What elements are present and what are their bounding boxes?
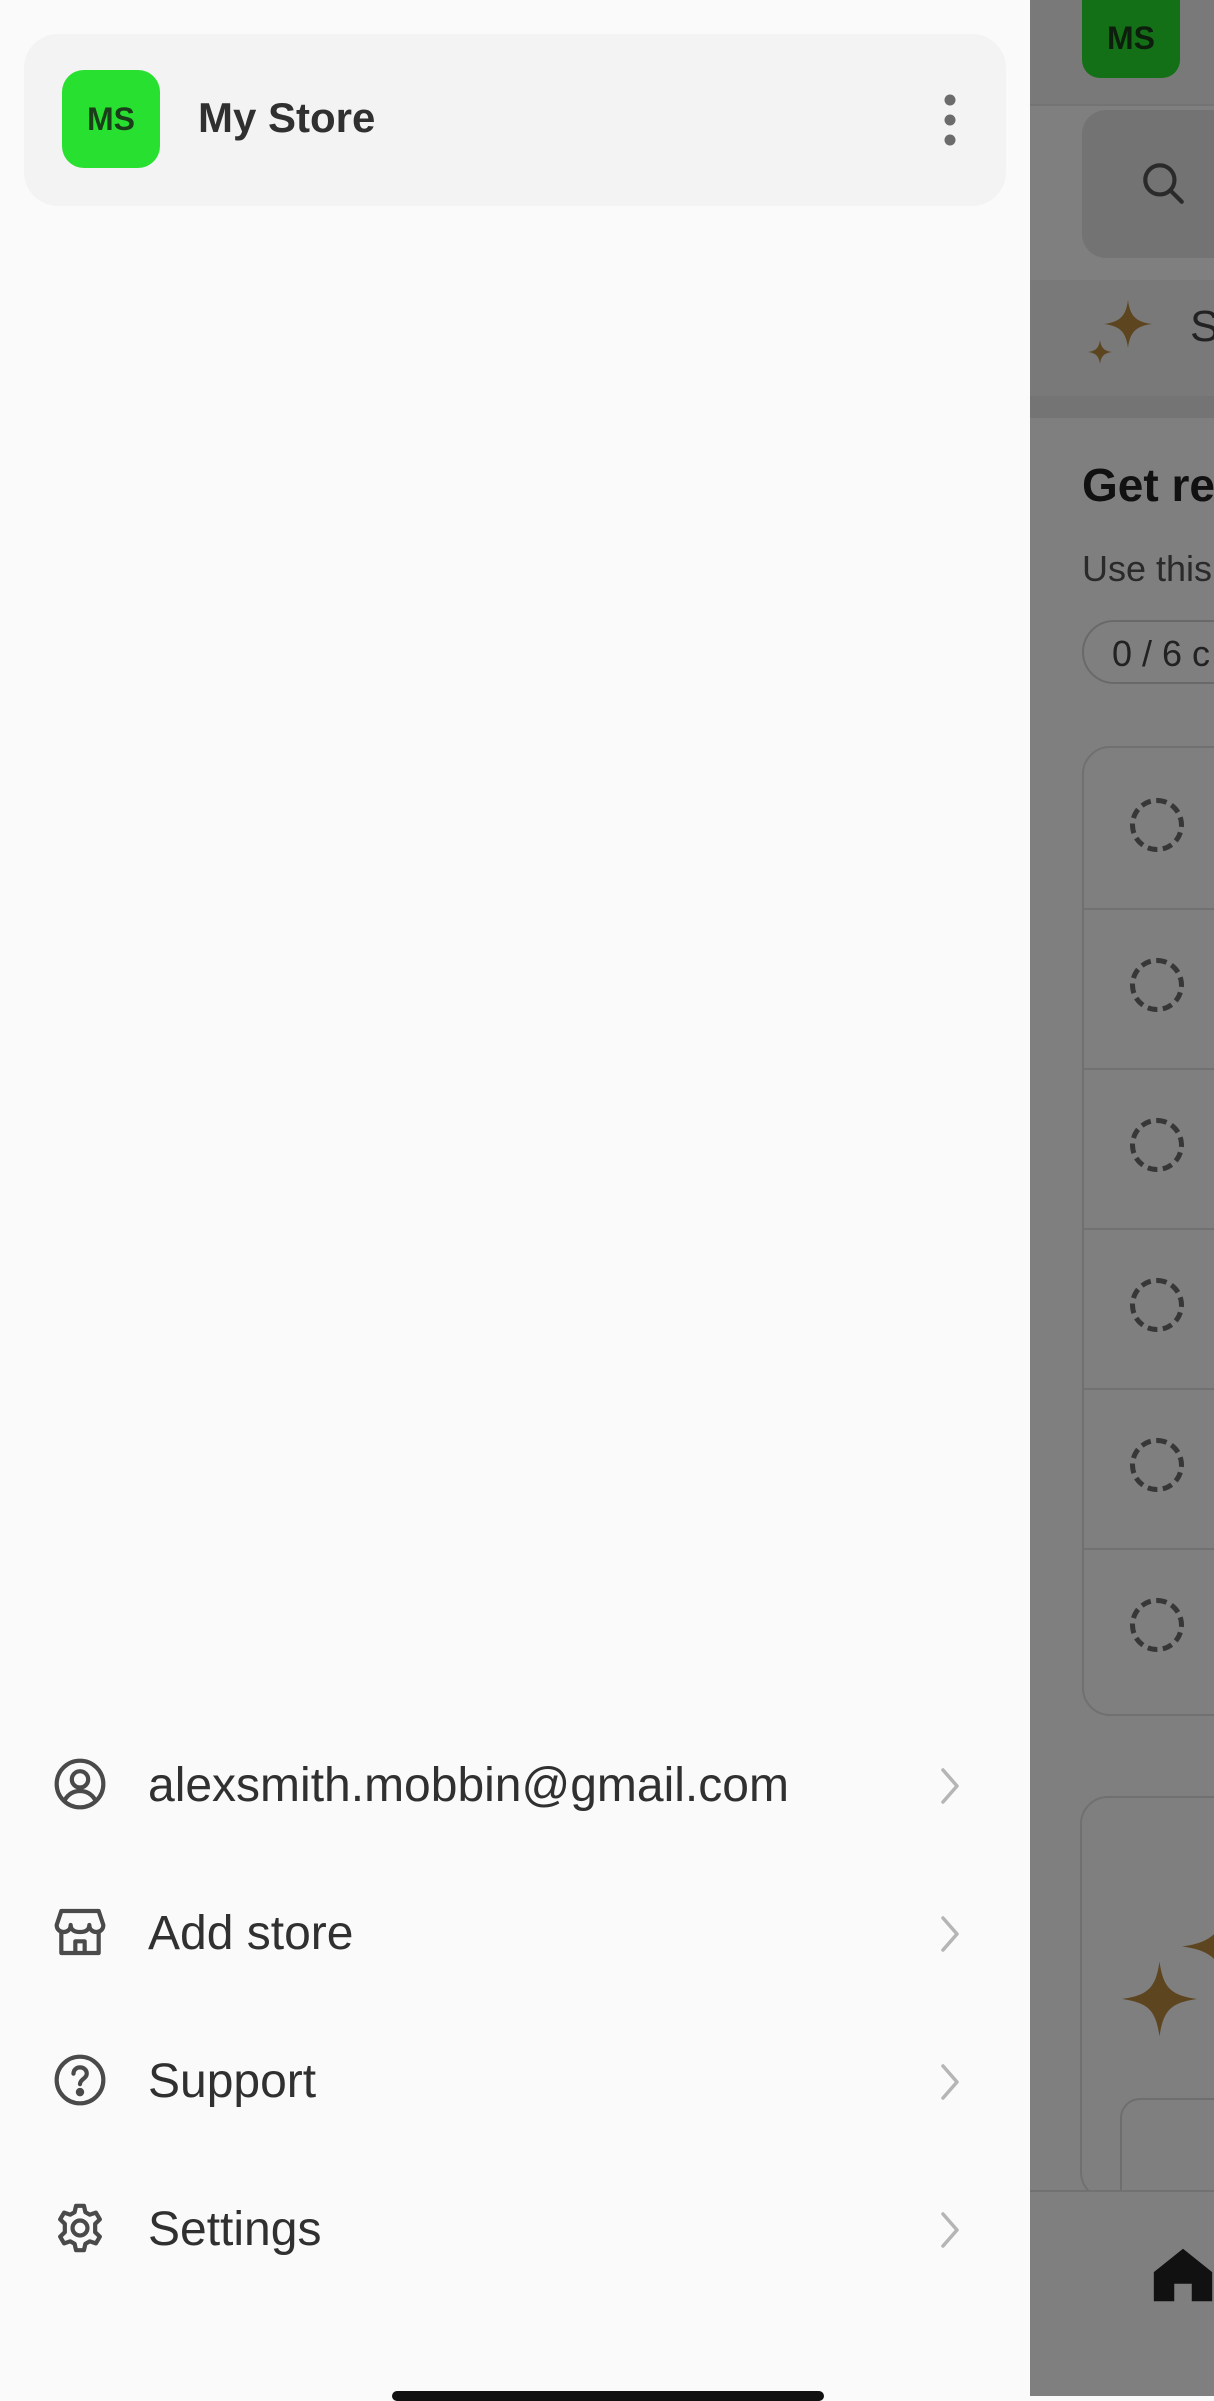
store-icon (54, 1908, 106, 1956)
navigation-drawer: MS My Store alexsmith.mobbin@gmail.com A… (0, 0, 1030, 2401)
menu-item-support[interactable]: Support (0, 2008, 1030, 2156)
account-icon (54, 1758, 106, 1810)
menu-item-label: Add store (148, 1907, 354, 1960)
more-options-button[interactable] (924, 82, 976, 158)
home-indicator (392, 2391, 824, 2401)
menu-item-label: alexsmith.mobbin@gmail.com (148, 1759, 789, 1812)
store-name: My Store (198, 94, 376, 141)
menu-item-account[interactable]: alexsmith.mobbin@gmail.com (0, 1712, 1030, 1860)
chevron-right-icon (941, 1768, 959, 1804)
chevron-right-icon (941, 2212, 959, 2248)
menu-item-settings[interactable]: Settings (0, 2156, 1030, 2304)
drawer-scrim[interactable] (1030, 0, 1214, 2396)
chevron-right-icon (941, 1916, 959, 1952)
gear-icon (58, 2203, 102, 2253)
chevron-right-icon (941, 2064, 959, 2100)
more-vertical-icon (944, 94, 956, 146)
menu-item-label: Support (148, 2055, 317, 2108)
store-avatar: MS (62, 70, 160, 168)
menu-item-label: Settings (148, 2203, 322, 2256)
menu-item-add-store[interactable]: Add store (0, 1860, 1030, 2008)
store-switcher-card[interactable]: MS My Store (24, 34, 1006, 206)
help-icon (54, 2054, 106, 2106)
